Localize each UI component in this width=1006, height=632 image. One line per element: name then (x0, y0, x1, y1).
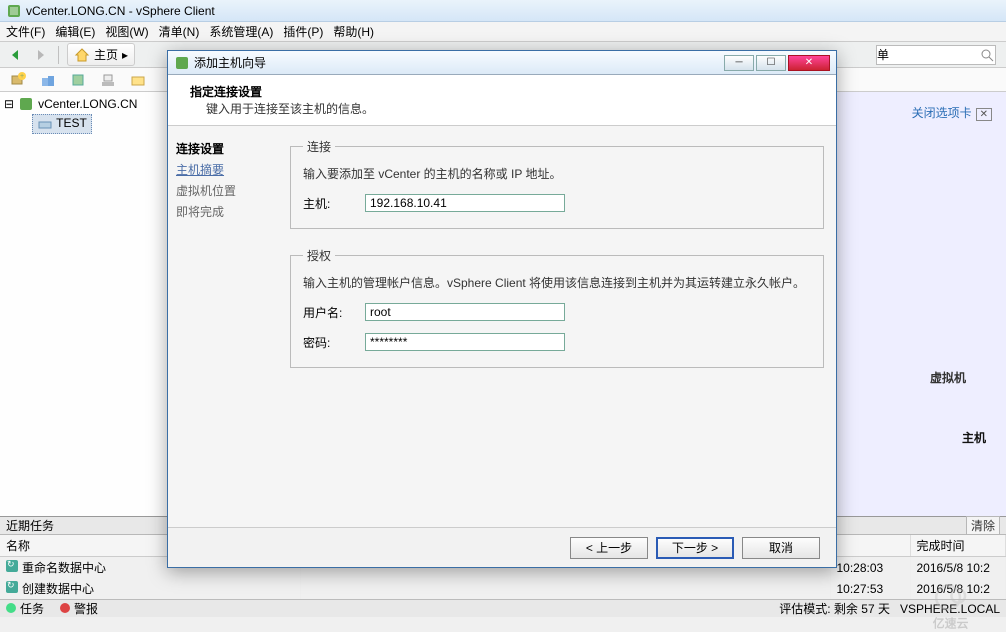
status-user: VSPHERE.LOCAL (900, 602, 1000, 616)
wizard-title-label: 添加主机向导 (194, 54, 266, 71)
menu-file[interactable]: 文件(F) (6, 23, 45, 40)
task-icon (6, 581, 18, 593)
next-button[interactable]: 下一步 > (656, 537, 734, 559)
menu-plugins[interactable]: 插件(P) (283, 23, 323, 40)
vsphere-icon (6, 3, 22, 19)
host-label: 主机: (303, 195, 365, 212)
wizard-header: 指定连接设置 键入用于连接至该主机的信息。 (168, 75, 836, 126)
menu-view[interactable]: 视图(W) (105, 23, 148, 40)
maximize-button[interactable]: ☐ (756, 55, 786, 71)
home-button[interactable]: 主页 ▸ (67, 43, 135, 66)
new-host-button[interactable] (68, 70, 88, 90)
host-label: 主机 (962, 429, 986, 446)
close-tab-x[interactable]: ✕ (976, 108, 992, 121)
breadcrumb-sep: ▸ (122, 48, 128, 62)
menu-edit[interactable]: 编辑(E) (55, 23, 95, 40)
wizard-buttons: < 上一步 下一步 > 取消 (168, 527, 836, 567)
step-vm-location: 虚拟机位置 (176, 180, 270, 201)
wizard-header-sub: 键入用于连接至该主机的信息。 (206, 100, 824, 117)
vcenter-icon (18, 96, 34, 112)
auth-desc: 输入主机的管理帐户信息。vSphere Client 将使用该信息连接到主机并为… (303, 274, 811, 291)
inventory-tree: ⊟ vCenter.LONG.CN TEST (0, 92, 175, 516)
close-tab-link[interactable]: 关闭选项卡✕ (912, 104, 992, 121)
wizard-header-title: 指定连接设置 (190, 83, 824, 100)
close-button[interactable]: ✕ (788, 55, 830, 71)
home-icon (74, 47, 90, 63)
status-alarms[interactable]: 警报 (60, 600, 98, 617)
cancel-button[interactable]: 取消 (742, 537, 820, 559)
window-title: vCenter.LONG.CN - vSphere Client (26, 4, 215, 18)
add-host-wizard: 添加主机向导 ─ ☐ ✕ 指定连接设置 键入用于连接至该主机的信息。 连接设置 … (167, 50, 837, 568)
new-vm-button[interactable] (98, 70, 118, 90)
new-folder-button[interactable] (128, 70, 148, 90)
collapse-icon[interactable]: ⊟ (4, 97, 14, 111)
conn-desc: 输入要添加至 vCenter 的主机的名称或 IP 地址。 (303, 165, 811, 182)
vsphere-icon (174, 55, 190, 71)
tree-root-label: vCenter.LONG.CN (38, 97, 137, 111)
wizard-form: 连接 输入要添加至 vCenter 的主机的名称或 IP 地址。 主机: 授权 … (278, 126, 836, 527)
user-input[interactable] (365, 303, 565, 321)
new-datacenter-button[interactable]: + (8, 70, 28, 90)
tasks-clear-button[interactable]: 清除 (966, 516, 1000, 535)
statusbar: 任务 警报 评估模式: 剩余 57 天 VSPHERE.LOCAL (0, 599, 1006, 617)
step-connection[interactable]: 连接设置 (176, 138, 270, 159)
col-time1[interactable] (830, 535, 910, 557)
pass-label: 密码: (303, 334, 365, 351)
menu-inventory[interactable]: 清单(N) (159, 23, 200, 40)
tree-root[interactable]: ⊟ vCenter.LONG.CN (4, 96, 170, 112)
group-auth-legend: 授权 (303, 247, 335, 264)
home-label: 主页 (94, 46, 118, 63)
status-eval: 评估模式: 剩余 57 天 (779, 600, 890, 617)
step-ready: 即将完成 (176, 201, 270, 222)
menu-admin[interactable]: 系统管理(A) (209, 23, 273, 40)
app-titlebar: vCenter.LONG.CN - vSphere Client (0, 0, 1006, 22)
minimize-button[interactable]: ─ (724, 55, 754, 71)
group-connection: 连接 输入要添加至 vCenter 的主机的名称或 IP 地址。 主机: (290, 138, 824, 229)
tree-child-label: TEST (56, 116, 87, 130)
back-button[interactable]: < 上一步 (570, 537, 648, 559)
back-button[interactable] (6, 45, 26, 65)
status-tasks[interactable]: 任务 (6, 600, 44, 617)
pass-input[interactable] (365, 333, 565, 351)
task-icon (6, 560, 18, 572)
wizard-titlebar[interactable]: 添加主机向导 ─ ☐ ✕ (168, 51, 836, 75)
datacenter-icon (37, 116, 53, 132)
vm-label: 虚拟机 (930, 369, 966, 386)
tree-datacenter[interactable]: TEST (32, 114, 92, 134)
search-box[interactable]: 单 (876, 45, 996, 65)
col-time2[interactable]: 完成时间 (910, 535, 1006, 557)
user-label: 用户名: (303, 304, 365, 321)
host-input[interactable] (365, 194, 565, 212)
group-connection-legend: 连接 (303, 138, 335, 155)
svg-text:+: + (20, 73, 24, 80)
tasks-header-label: 近期任务 (6, 517, 54, 534)
search-icon (979, 47, 995, 63)
menubar: 文件(F) 编辑(E) 视图(W) 清单(N) 系统管理(A) 插件(P) 帮助… (0, 22, 1006, 42)
group-auth: 授权 输入主机的管理帐户信息。vSphere Client 将使用该信息连接到主… (290, 247, 824, 368)
step-summary[interactable]: 主机摘要 (176, 159, 270, 180)
task-row[interactable]: 创建数据中心 10:27:53 2016/5/8 10:2 (0, 578, 1006, 599)
search-text: 单 (877, 46, 979, 63)
menu-help[interactable]: 帮助(H) (333, 23, 374, 40)
forward-button[interactable] (30, 45, 50, 65)
new-cluster-button[interactable] (38, 70, 58, 90)
wizard-steps: 连接设置 主机摘要 虚拟机位置 即将完成 (168, 126, 278, 527)
